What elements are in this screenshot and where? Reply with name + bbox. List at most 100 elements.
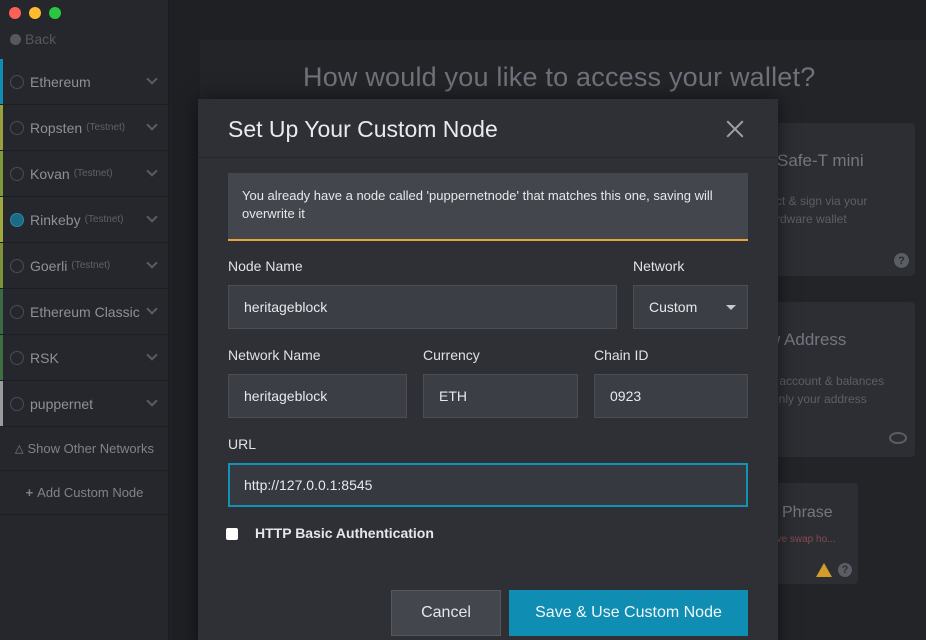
sidebar-network-item[interactable]: Goerli (Testnet) [0, 243, 169, 289]
network-name-input[interactable]: heritageblock [228, 374, 407, 418]
network-name: RSK [30, 349, 59, 366]
network-color-bar [0, 289, 3, 334]
network-name: puppernet [30, 395, 94, 412]
chevron-down-icon[interactable] [146, 303, 158, 315]
chain-id-label: Chain ID [594, 347, 649, 363]
network-radio[interactable] [10, 350, 24, 365]
network-color-bar [0, 335, 3, 380]
network-color-bar [0, 105, 3, 150]
chain-id-value: 0923 [610, 388, 642, 404]
chevron-down-icon[interactable] [146, 119, 158, 131]
sidebar-network-item[interactable]: puppernet [0, 381, 169, 427]
add-custom-node-label: Add Custom Node [37, 485, 144, 500]
http-auth-checkbox[interactable] [226, 528, 238, 540]
maximize-window-button[interactable] [49, 7, 61, 19]
network-radio[interactable] [10, 166, 24, 181]
currency-input[interactable]: ETH [423, 374, 578, 418]
close-icon[interactable] [725, 119, 745, 139]
network-name: Rinkeby [30, 211, 81, 228]
http-auth-label[interactable]: HTTP Basic Authentication [255, 525, 434, 541]
flask-icon: △ [15, 443, 24, 455]
network-label: Network [633, 258, 685, 274]
network-color-bar [0, 243, 3, 288]
network-tag: (Testnet) [71, 260, 111, 271]
modal-divider [198, 157, 778, 158]
currency-label: Currency [423, 347, 480, 363]
card-safe-t[interactable]: Safe-T mini ct & sign via your rdware wa… [760, 123, 915, 276]
warning-icon [816, 563, 832, 577]
network-name: Ropsten [30, 119, 83, 136]
network-select[interactable]: Custom [633, 285, 748, 329]
network-radio[interactable] [10, 74, 24, 89]
node-name-value: heritageblock [244, 299, 328, 315]
back-button[interactable]: Back [10, 31, 56, 47]
network-name: Goerli [30, 257, 68, 274]
network-radio[interactable] [10, 304, 24, 319]
sidebar-network-item[interactable]: Ethereum Classic [0, 289, 169, 335]
url-label: URL [228, 436, 257, 452]
chevron-down-icon[interactable] [146, 211, 158, 223]
url-value: http://127.0.0.1:8545 [244, 477, 373, 493]
network-radio[interactable] [10, 120, 24, 135]
sidebar-network-item[interactable]: Ropsten (Testnet) [0, 105, 169, 151]
network-radio[interactable] [10, 212, 24, 227]
network-name: Ethereum Classic [30, 303, 140, 320]
network-name: Ethereum [30, 73, 91, 90]
duplicate-node-warning: You already have a node called 'pupperne… [228, 173, 748, 241]
url-input[interactable]: http://127.0.0.1:8545 [228, 463, 748, 507]
sidebar: Back Ethereum Ropsten (Testnet) Kovan (Testn… [0, 0, 169, 640]
minimize-window-button[interactable] [29, 7, 41, 19]
currency-value: ETH [439, 388, 467, 404]
card-view-desc-2: only your address [772, 392, 867, 406]
cancel-button[interactable]: Cancel [391, 590, 501, 636]
card-safe-t-desc-2: rdware wallet [776, 212, 847, 226]
network-tag: (Testnet) [84, 214, 124, 225]
network-list: Ethereum Ropsten (Testnet) Kovan (Testnet) Ri… [0, 59, 169, 515]
show-other-networks-label: Show Other Networks [27, 441, 154, 456]
add-custom-node-button[interactable]: + Add Custom Node [0, 471, 169, 515]
card-phrase-title: Phrase [782, 504, 833, 521]
network-radio[interactable] [10, 396, 24, 411]
card-view-desc: r account & balances [772, 374, 885, 388]
network-selected-value: Custom [649, 299, 698, 315]
sidebar-network-item[interactable]: Ethereum [0, 59, 169, 105]
network-color-bar [0, 151, 3, 196]
network-tag: (Testnet) [73, 168, 113, 179]
save-use-custom-node-button[interactable]: Save & Use Custom Node [509, 590, 748, 636]
help-icon[interactable]: ? [838, 563, 852, 577]
network-color-bar [0, 381, 3, 426]
eye-icon [889, 432, 907, 444]
card-safe-t-title: Safe-T mini [777, 151, 864, 170]
chevron-down-icon[interactable] [146, 395, 158, 407]
chain-id-input[interactable]: 0923 [594, 374, 748, 418]
sidebar-network-item[interactable]: Rinkeby (Testnet) [0, 197, 169, 243]
node-name-input[interactable]: heritageblock [228, 285, 617, 329]
network-radio[interactable] [10, 258, 24, 273]
page-title: How would you like to access your wallet… [303, 62, 816, 92]
back-arrow-icon [10, 33, 21, 45]
node-name-label: Node Name [228, 258, 303, 274]
plus-icon: + [25, 485, 34, 500]
custom-node-modal: Set Up Your Custom Node You already have… [198, 99, 778, 640]
network-name-label: Network Name [228, 347, 321, 363]
back-label: Back [25, 31, 57, 47]
network-color-bar [0, 59, 3, 104]
chevron-down-icon[interactable] [146, 73, 158, 85]
show-other-networks-button[interactable]: △ Show Other Networks [0, 427, 169, 471]
network-color-bar [0, 197, 3, 242]
close-window-button[interactable] [9, 7, 21, 19]
card-view-address[interactable]: w Address r account & balances only your… [760, 302, 915, 457]
sidebar-network-item[interactable]: Kovan (Testnet) [0, 151, 169, 197]
window-controls [9, 7, 61, 19]
network-name: Kovan [30, 165, 70, 182]
help-icon[interactable]: ? [894, 253, 909, 268]
card-view-title: w Address [768, 330, 847, 349]
network-name-value: heritageblock [244, 388, 328, 404]
card-safe-t-desc: ct & sign via your [776, 194, 868, 208]
chevron-down-icon[interactable] [146, 257, 158, 269]
network-tag: (Testnet) [86, 122, 126, 133]
sidebar-network-item[interactable]: RSK [0, 335, 169, 381]
chevron-down-icon[interactable] [146, 349, 158, 361]
chevron-down-icon[interactable] [146, 165, 158, 177]
card-phrase-warning: ave swap ho... [771, 534, 836, 545]
